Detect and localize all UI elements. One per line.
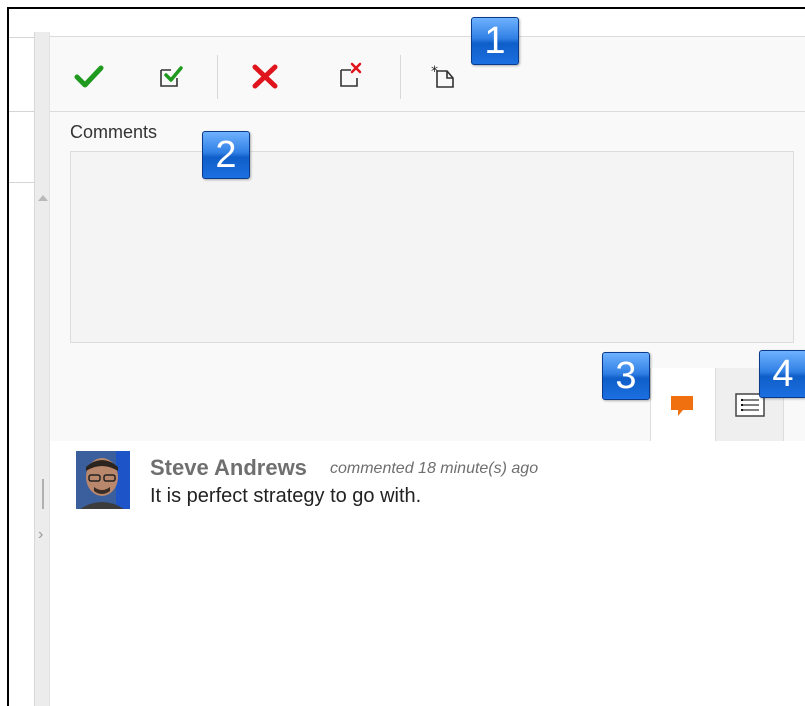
svg-text:*: *: [431, 64, 438, 80]
new-note-icon[interactable]: *: [426, 59, 460, 93]
comment-timestamp: commented 18 minute(s) ago: [330, 460, 539, 477]
expand-chevron-icon[interactable]: ›: [38, 527, 43, 543]
outer-pane-line: [9, 182, 37, 183]
comment-bubble-icon: [671, 396, 693, 416]
avatar: [76, 451, 130, 509]
comments-label: Comments: [70, 122, 158, 142]
callout-badge-4: 4: [759, 350, 805, 398]
outer-pane-line: [9, 37, 37, 38]
toolbar: *: [50, 37, 805, 112]
toolbar-separator: [217, 55, 218, 99]
comment-text: It is perfect strategy to go with.: [150, 485, 422, 507]
outer-pane-line: [9, 111, 37, 112]
approve-icon[interactable]: [72, 59, 106, 93]
splitter-grip[interactable]: [42, 479, 44, 509]
reject-check-icon[interactable]: [332, 59, 366, 93]
reject-icon[interactable]: [248, 59, 282, 93]
scroll-up-arrow-icon[interactable]: [38, 195, 48, 201]
comments-field[interactable]: [70, 151, 794, 343]
screenshot-frame: › * Comments Steve Andrews commented 18 …: [7, 7, 805, 706]
commenter-name: Steve Andrews: [150, 455, 307, 480]
left-scrollbar[interactable]: [34, 32, 50, 706]
callout-badge-2: 2: [202, 131, 250, 179]
callout-badge-1: 1: [471, 17, 519, 65]
callout-badge-3: 3: [602, 352, 650, 400]
approve-check-icon[interactable]: [152, 59, 186, 93]
toolbar-separator: [400, 55, 401, 99]
tab-comments[interactable]: [650, 368, 716, 442]
comments-feed: Steve Andrews commented 18 minute(s) ago…: [50, 441, 805, 706]
